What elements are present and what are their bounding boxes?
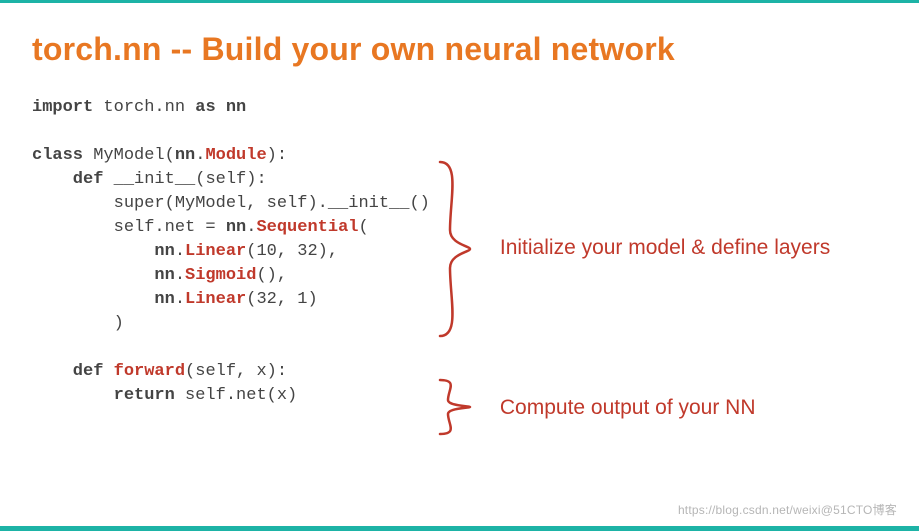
code-text	[32, 266, 154, 285]
kw-def: def	[32, 170, 114, 189]
code-text: .	[175, 290, 185, 309]
watermark-text: https://blog.csdn.net/weixi@51CTO博客	[678, 501, 897, 518]
code-text: .	[246, 218, 256, 237]
cls-sigmoid: Sigmoid	[185, 266, 256, 285]
cls-linear: Linear	[185, 290, 246, 309]
slide: torch.nn -- Build your own neural networ…	[0, 3, 919, 428]
code-text: (	[358, 218, 368, 237]
code-text: .	[175, 266, 185, 285]
brace-column	[430, 96, 488, 408]
annotation-forward: Compute output of your NN	[500, 396, 756, 420]
kw-import: import	[32, 98, 103, 117]
kw-as: as	[195, 98, 226, 117]
code-text: (self):	[195, 170, 266, 189]
code-block: import torch.nn as nn class MyModel(nn.M…	[32, 96, 430, 408]
code-text: (32, 1)	[246, 290, 317, 309]
kw-class: class	[32, 146, 93, 165]
code-text: self.net(x)	[185, 386, 297, 405]
mod-nn: nn	[154, 290, 174, 309]
cls-linear: Linear	[185, 242, 246, 261]
fn-forward: forward	[114, 362, 185, 381]
kw-return: return	[32, 386, 185, 405]
code-text	[32, 242, 154, 261]
kw-def: def	[32, 362, 114, 381]
code-text: .	[195, 146, 205, 165]
brace-init-icon	[434, 160, 476, 338]
code-text: (),	[256, 266, 287, 285]
code-text: (self, x):	[185, 362, 287, 381]
code-text: torch.nn	[103, 98, 195, 117]
code-text: MyModel(	[93, 146, 175, 165]
mod-nn: nn	[226, 98, 246, 117]
code-text: self.net =	[32, 218, 226, 237]
code-text: (10, 32),	[246, 242, 338, 261]
mod-nn: nn	[154, 266, 174, 285]
brace-forward-icon	[434, 378, 476, 436]
mod-nn: nn	[226, 218, 246, 237]
code-text	[32, 290, 154, 309]
cls-sequential: Sequential	[256, 218, 358, 237]
code-text: super(MyModel, self).__init__()	[32, 194, 430, 213]
code-text: ):	[267, 146, 287, 165]
content-row: import torch.nn as nn class MyModel(nn.M…	[32, 96, 887, 408]
fn-init: __init__	[114, 170, 196, 189]
annotation-init: Initialize your model & define layers	[500, 236, 830, 260]
slide-title: torch.nn -- Build your own neural networ…	[32, 31, 887, 68]
code-text: )	[32, 314, 124, 333]
cls-module: Module	[205, 146, 266, 165]
mod-nn: nn	[154, 242, 174, 261]
code-text: .	[175, 242, 185, 261]
mod-nn: nn	[175, 146, 195, 165]
